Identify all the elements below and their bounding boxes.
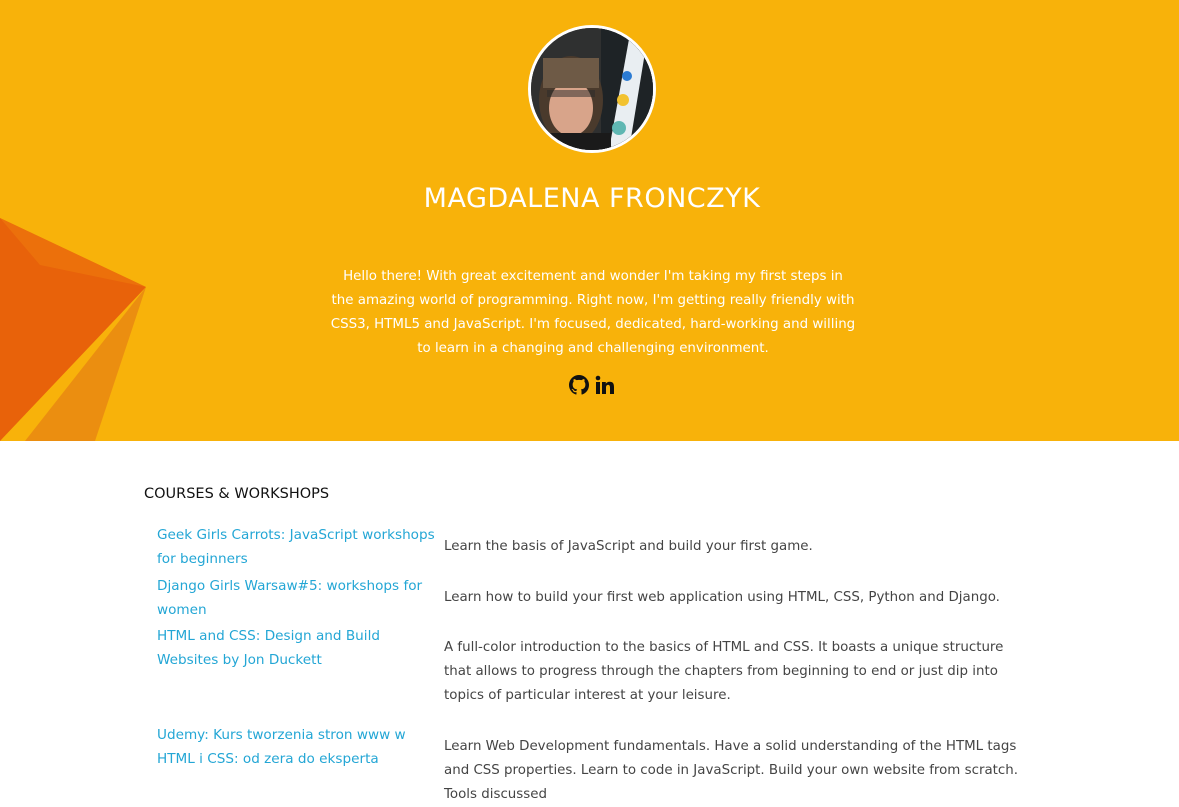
course-description: A full-color introduction to the basics … xyxy=(444,640,1004,703)
profile-avatar xyxy=(528,25,656,153)
linkedin-icon[interactable] xyxy=(594,374,616,396)
course-row: Django Girls Warsaw#5: workshops for wom… xyxy=(157,574,1037,622)
course-row: Udemy: Kurs tworzenia stron www w HTML i… xyxy=(157,723,1037,807)
social-links xyxy=(568,374,616,396)
course-row: HTML and CSS: Design and Build Websites … xyxy=(157,624,1037,708)
section-title: COURSES & WORKSHOPS xyxy=(144,486,330,502)
github-icon[interactable] xyxy=(568,374,590,396)
courses-section: COURSES & WORKSHOPS Geek Girls Carrots: … xyxy=(0,441,1179,802)
profile-name: MAGDALENA FRONCZYK xyxy=(423,183,761,214)
course-link[interactable]: HTML and CSS: Design and Build Websites … xyxy=(157,624,439,708)
hero-header: MAGDALENA FRONCZYK Hello there! With gre… xyxy=(0,0,1179,441)
course-link[interactable]: Udemy: Kurs tworzenia stron www w HTML i… xyxy=(157,723,439,807)
course-description: Learn how to build your first web applic… xyxy=(444,590,1000,605)
course-link[interactable]: Geek Girls Carrots: JavaScript workshops… xyxy=(157,523,439,571)
decorative-polygon xyxy=(0,218,146,441)
profile-bio: Hello there! With great excitement and w… xyxy=(330,269,856,356)
course-description: Learn Web Development fundamentals. Have… xyxy=(444,739,1019,802)
course-description: Learn the basis of JavaScript and build … xyxy=(444,539,813,554)
course-link[interactable]: Django Girls Warsaw#5: workshops for wom… xyxy=(157,574,439,622)
course-row: Geek Girls Carrots: JavaScript workshops… xyxy=(157,523,1037,571)
